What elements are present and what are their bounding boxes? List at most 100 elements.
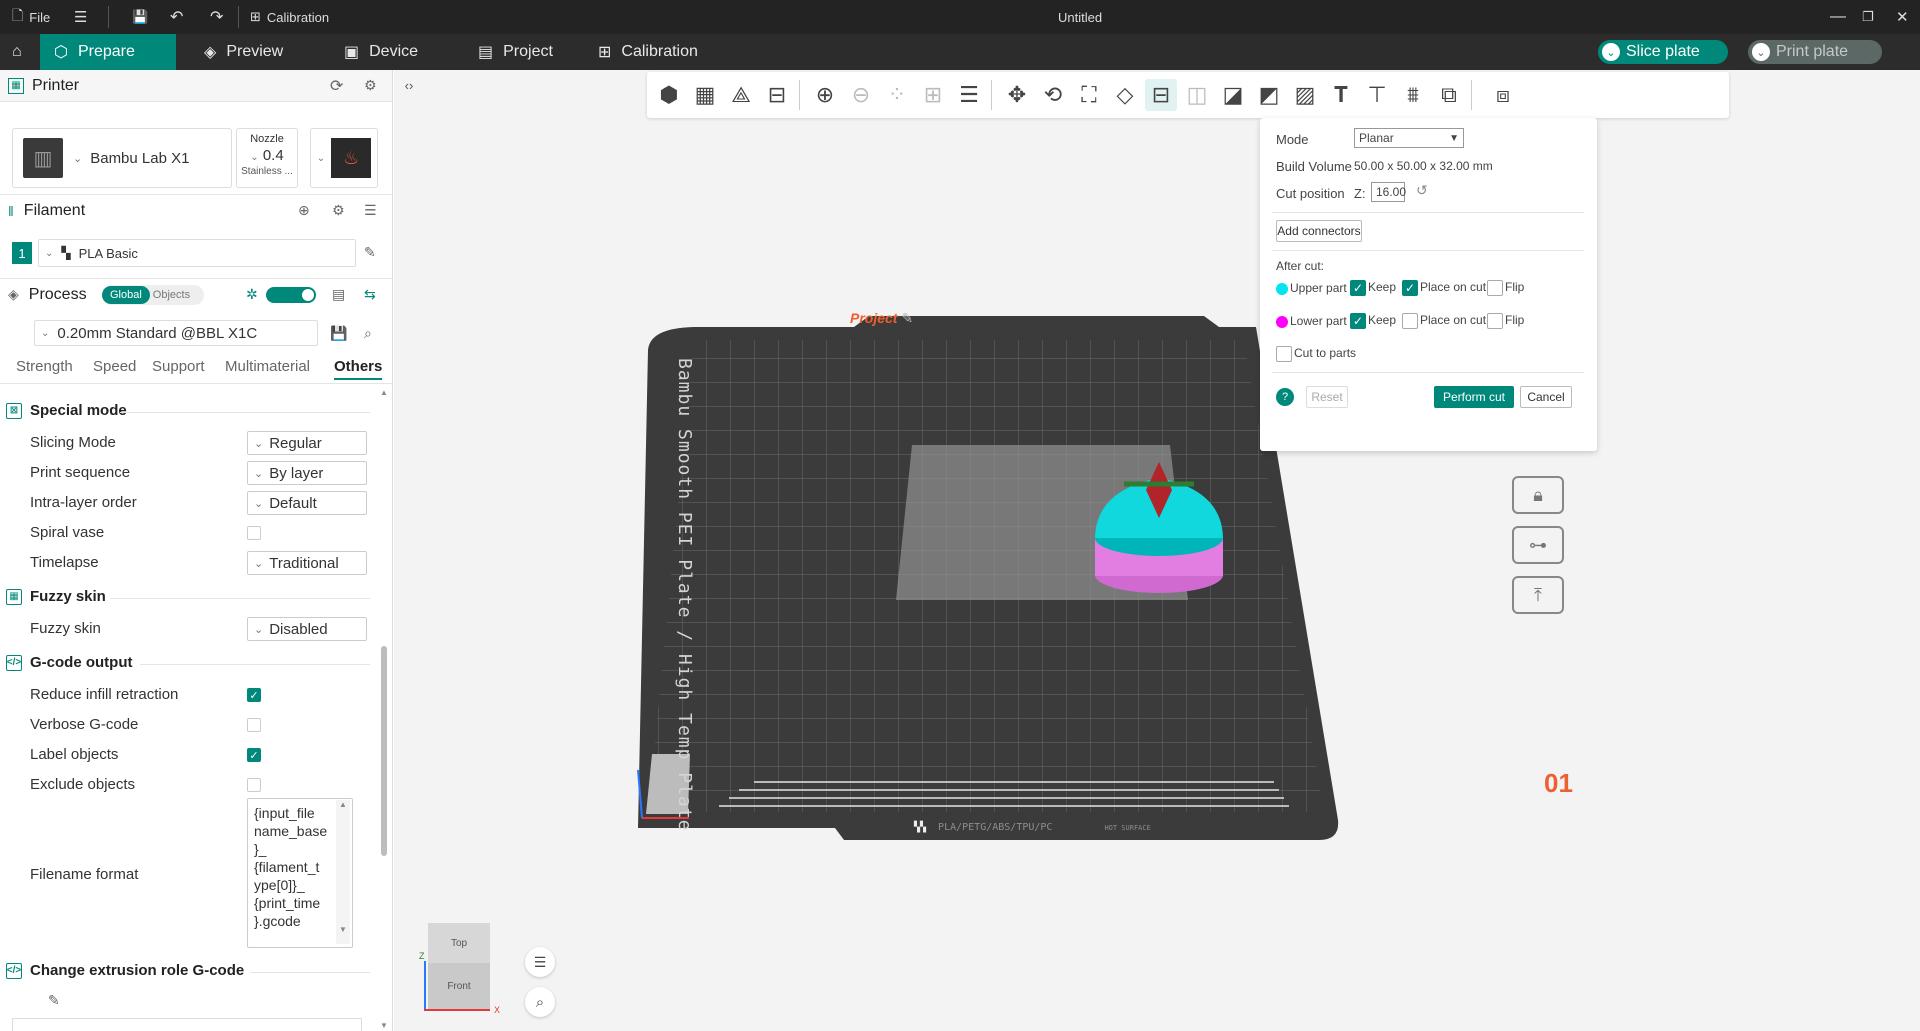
tab-others[interactable]: Others [334,358,383,380]
view-top-face[interactable]: Top [428,923,490,963]
save-preset-icon[interactable]: 💾 [330,325,347,342]
close-button[interactable]: ✕ [1896,0,1909,34]
tab-device[interactable]: ▣ Device [330,34,432,70]
tab-calibration[interactable]: ⊞ Calibration [584,34,712,70]
upper-place-on-cut-label: Place on cut [1420,280,1487,294]
code-icon: </> [6,654,22,671]
timelapse-select[interactable]: ⌄ Traditional [247,551,367,575]
textarea-scrollbar[interactable]: ▲ ▼ [336,800,350,944]
lower-place-on-cut-checkbox[interactable] [1402,313,1418,329]
z-input[interactable]: 16.00 [1371,182,1406,202]
move-to-top-button[interactable]: ⤒ [1512,576,1564,614]
perform-cut-button[interactable]: Perform cut [1434,386,1514,408]
zoom-button[interactable]: ⌕ [525,987,555,1017]
filament-settings-icon[interactable]: ⚙ [332,202,345,219]
printer-selector[interactable]: ▥ ⌄ Bambu Lab X1 [12,128,232,188]
tab-speed[interactable]: Speed [93,358,136,375]
exclude-objects-checkbox[interactable] [247,778,261,792]
tab-multimaterial[interactable]: Multimaterial [225,358,310,375]
menu-icon: ☰ [533,953,547,970]
printer-icon: ▦ [8,77,24,94]
add-connectors-button[interactable]: Add connectors [1276,220,1362,242]
cut-to-parts-label: Cut to parts [1294,346,1357,360]
scrollbar-thumb[interactable] [381,646,387,856]
view-cube[interactable]: Top Front Z X [419,923,500,1015]
reduce-infill-label: Reduce infill retraction [30,686,179,703]
print-sequence-select[interactable]: ⌄ By layer [247,461,367,485]
build-plate-scene[interactable] [394,70,1920,1031]
nozzle-selector[interactable]: Nozzle ⌄ 0.4 Stainless ... [236,128,298,188]
calibration-menu[interactable]: ⊞ Calibration [250,0,329,34]
file-menu[interactable]: 🗋 File [12,0,50,34]
home-button[interactable]: ⌂ [4,34,36,70]
3d-viewport[interactable]: ‹› ⬢ ▦ ⟁ ⊟ ⊕ ⊖ ⁘ ⊞ ☰ ✥ ⟲ ⛶ ◇ ⊟ ◫ ◪ ◩ ▨ 𝐓… [394,70,1920,1031]
cut-to-parts-checkbox[interactable] [1276,346,1292,362]
toggle-knob [302,289,314,301]
tab-prepare[interactable]: ⬡ Prepare [40,34,176,70]
tab-support[interactable]: Support [152,358,205,375]
slice-plate-button[interactable]: ⌄ Slice plate [1598,40,1728,64]
tab-project[interactable]: ▤ Project [464,34,567,70]
settings-panel: ▦ Printer ⟳ ⚙ ▥ ⌄ Bambu Lab X1 Nozzle ⌄ … [0,70,393,1031]
save-button[interactable]: 💾 [132,0,148,34]
slicing-mode-select[interactable]: ⌄ Regular [247,431,367,455]
lower-flip-checkbox[interactable] [1487,313,1503,329]
redo-button[interactable]: ↷ [210,0,223,34]
window-title: Untitled [1058,9,1103,25]
upper-place-on-cut-checkbox[interactable]: ✓ [1402,280,1418,296]
settings-sliders-icon[interactable]: ⚙ [364,77,377,94]
advanced-icon[interactable]: ✲ [246,286,258,303]
add-filament-icon[interactable]: ⊕ [298,202,310,219]
filament-selector[interactable]: ⌄ ▚ PLA Basic [38,239,356,267]
mode-select[interactable]: Planar ▼ [1354,128,1464,148]
process-preset-selector[interactable]: ⌄ 0.20mm Standard @BBL X1C [34,320,318,346]
reset-z-icon[interactable]: ↺ [1416,182,1428,199]
tab-preview[interactable]: ◈ Preview [190,34,297,70]
minimize-button[interactable]: — [1830,0,1846,34]
process-icon: ◈ [8,286,19,302]
plate-type-selector[interactable]: ⌄ ♨ [310,128,378,188]
compare-icon[interactable]: ▤ [332,286,345,303]
help-icon[interactable]: ? [1276,388,1294,406]
advanced-toggle[interactable] [266,287,316,303]
lock-button[interactable]: 🔒︎ [1512,476,1564,514]
settings-sliders-icon[interactable]: ☰ [364,202,377,219]
edit-icon[interactable]: ✎ [48,992,60,1009]
search-icon[interactable]: ⌕ [364,325,372,342]
project-label[interactable]: Project ✎ [850,310,913,327]
view-front-face[interactable]: Front [428,963,490,1009]
spiral-vase-checkbox[interactable] [247,526,261,540]
upper-flip-checkbox[interactable] [1487,280,1503,296]
menu-button[interactable]: ☰ [74,0,87,34]
printer-name: Bambu Lab X1 [90,149,190,167]
print-plate-button[interactable]: ⌄ Print plate [1748,40,1882,64]
cube-icon: ⬡ [54,44,68,61]
undo-button[interactable]: ↶ [170,0,183,34]
refresh-icon[interactable]: ⟳ [330,76,343,96]
lower-keep-checkbox[interactable]: ✓ [1350,313,1366,329]
menu-icon: ☰ [74,9,88,26]
sync-icon[interactable]: ⇆ [364,286,376,303]
timelapse-label: Timelapse [30,554,99,571]
global-objects-toggle[interactable]: Global Objects [102,285,204,305]
tab-strength[interactable]: Strength [16,358,73,375]
reduce-infill-checkbox[interactable]: ✓ [247,688,261,702]
gcode-textarea[interactable] [12,1018,362,1031]
restore-button[interactable]: ❐ [1862,0,1874,34]
intra-layer-select[interactable]: ⌄ Default [247,491,367,515]
panel-scrollbar[interactable]: ▲ ▼ [379,388,389,1030]
upper-keep-checkbox[interactable]: ✓ [1350,280,1366,296]
toggle-global[interactable]: Global [102,286,150,304]
toggle-objects[interactable]: Objects [150,289,190,301]
printer-thumbnail-icon: ▥ [23,138,63,178]
label-objects-checkbox[interactable]: ✓ [247,748,261,762]
fuzzy-skin-select[interactable]: ⌄ Disabled [247,617,367,641]
verbose-gcode-checkbox[interactable] [247,718,261,732]
filament-section-header: ‖ Filament ⊕ ⚙ ☰ [0,194,392,226]
edit-icon[interactable]: ✎ [364,244,376,261]
reset-button[interactable]: Reset [1306,386,1348,408]
fuzzy-skin-icon: ▦ [6,588,22,605]
cancel-button[interactable]: Cancel [1520,386,1572,408]
plate-settings-button[interactable]: ⊶ [1512,526,1564,564]
view-menu-button[interactable]: ☰ [525,947,555,977]
